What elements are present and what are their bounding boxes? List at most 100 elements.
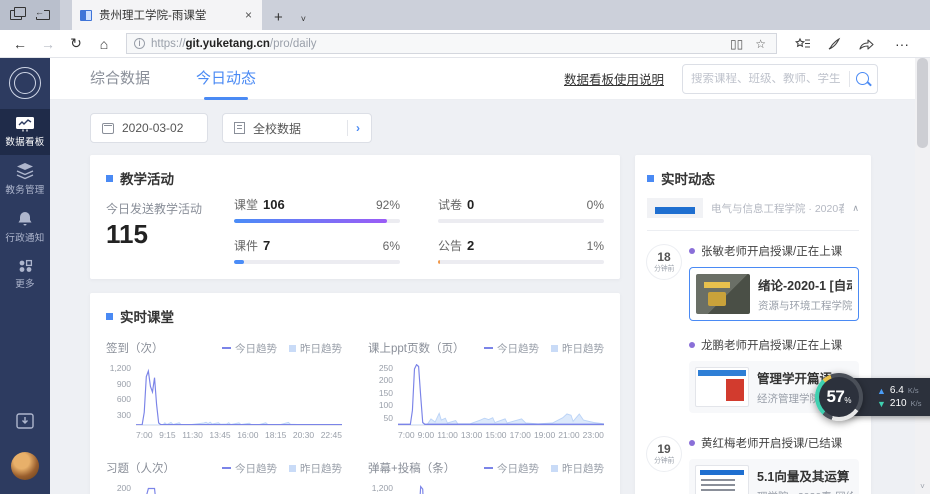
y-axis: 1,200900600300 [368, 484, 398, 494]
app-sidebar: 数据看板 教务管理 行政通知 更多 [0, 58, 50, 494]
tab-actions [0, 0, 60, 30]
line-plot [136, 364, 342, 426]
course-thumbnail [695, 367, 749, 407]
annotate-pen-icon[interactable] [827, 37, 842, 51]
tab-title: 贵州理工学院-雨课堂 [99, 7, 236, 23]
tab-favicon-icon [80, 10, 92, 21]
course-card[interactable]: 绪论-2020-1 [自动保存的] 资源与环境工程学院 · 2020春... [689, 267, 859, 321]
panel-bullet [647, 175, 654, 182]
date-picker[interactable]: 2020-03-02 [90, 113, 208, 143]
settings-more-icon[interactable]: ··· [890, 36, 914, 52]
activity-total-value: 115 [106, 219, 234, 250]
url-text[interactable]: https://git.yuketang.cn/pro/daily [151, 38, 721, 50]
layers-icon [15, 162, 35, 180]
time-badge: 19 分钟前 [647, 437, 681, 471]
course-subtitle: 理学院 · 2020春-网络191,网... [757, 489, 853, 494]
course-title: 5.1向量及其运算 [757, 466, 853, 485]
feed-clipped-item[interactable]: 电气与信息工程学院 · 2020春… ∧ [647, 198, 859, 218]
panel-title: 教学活动 [120, 168, 174, 188]
tab-close-icon[interactable]: × [243, 8, 254, 22]
back-button[interactable]: ← [8, 36, 32, 52]
tab-preview-icon[interactable] [10, 10, 22, 20]
building-icon [234, 122, 245, 134]
chart-title: 习题（人次） [106, 460, 175, 476]
realtime-classroom-panel: 实时课堂 签到（次） 今日趋势昨日趋势 1,200900600300 7:009… [90, 293, 620, 494]
download-unit: K/s [911, 399, 922, 408]
favorite-star-icon[interactable]: ☆ [752, 37, 769, 51]
download-tray-icon[interactable] [15, 411, 35, 436]
search-input[interactable] [691, 73, 843, 85]
forward-button[interactable]: → [36, 36, 60, 52]
address-bar[interactable]: i https://git.yuketang.cn/pro/daily ▯▯ ☆ [126, 33, 777, 54]
panel-bullet [106, 175, 113, 182]
stat-exam: 试卷00% [438, 196, 604, 223]
y-axis: 1,200900600300 [106, 364, 136, 426]
search-icon[interactable] [856, 72, 869, 85]
event-dot [689, 248, 695, 254]
dashboard-chart-icon [15, 116, 35, 132]
refresh-button[interactable]: ↻ [64, 35, 88, 52]
tabs-aside-icon[interactable] [36, 10, 50, 20]
sidebar-item-academic[interactable]: 教务管理 [0, 155, 50, 203]
grid-dots-icon [17, 258, 33, 274]
event-dot [689, 342, 695, 348]
date-value: 2020-03-02 [122, 121, 183, 135]
panel-title: 实时课堂 [120, 306, 174, 326]
page-scrollbar[interactable]: ˅ [915, 58, 930, 494]
page-header: 综合数据 今日动态 数据看板使用说明 [50, 58, 930, 100]
network-speed-overlay[interactable]: ▲6.4K/s ▼210K/s 57 % [815, 373, 930, 421]
tab-today[interactable]: 今日动态 [196, 58, 256, 100]
scroll-up-icon[interactable]: ∧ [852, 203, 859, 214]
calendar-icon [102, 123, 114, 134]
tab-list-chevron-icon[interactable]: ˅ [295, 14, 312, 30]
sidebar-item-notice[interactable]: 行政通知 [0, 203, 50, 251]
toolbar-right-icons: ··· [787, 36, 922, 52]
sidebar-item-more[interactable]: 更多 [0, 251, 50, 297]
chart-ppt-pages: 课上ppt页数（页） 今日趋势昨日趋势 25020015010050 7:009… [368, 340, 604, 440]
page-content: 综合数据 今日动态 数据看板使用说明 2020-03-02 全校数据 › [50, 58, 930, 494]
course-thumbnail [696, 274, 750, 314]
activity-total-label: 今日发送教学活动 [106, 200, 234, 217]
course-subtitle: 资源与环境工程学院 · 2020春... [758, 298, 852, 313]
clipped-text: 电气与信息工程学院 · 2020春… [711, 201, 844, 216]
feed-event: 张敏老师开启授课/正在上课 [689, 243, 859, 259]
hub-favorites-icon[interactable] [795, 37, 811, 51]
feed-event: 龙鹏老师开启授课/正在上课 [689, 337, 859, 353]
feed-divider [647, 230, 859, 231]
filter-row: 2020-03-02 全校数据 › [50, 100, 930, 143]
progress-fill [234, 260, 244, 264]
home-button[interactable]: ⌂ [92, 36, 116, 52]
panel-title: 实时动态 [661, 168, 715, 188]
new-tab-button[interactable]: + [262, 9, 295, 30]
scrollbar-thumb[interactable] [917, 58, 928, 148]
scrollbar-down-icon[interactable]: ˅ [915, 482, 930, 491]
sidebar-item-label: 更多 [15, 276, 35, 290]
progress-ring[interactable]: 57 % [815, 373, 863, 421]
course-card[interactable]: 5.1向量及其运算 理学院 · 2020春-网络191,网... [689, 459, 859, 494]
progress-track [234, 219, 400, 223]
progress-track [234, 260, 400, 264]
x-axis: 7:009:1511:3013:4516:0018:1520:3022:45 [136, 430, 342, 440]
sidebar-item-dashboard[interactable]: 数据看板 [0, 109, 50, 155]
search-box[interactable] [682, 64, 878, 94]
site-info-icon[interactable]: i [134, 38, 145, 49]
feed-item: 18 分钟前 张敏老师开启授课/正在上课 绪论-2020-1 [自动保存的] 资… [647, 243, 859, 321]
chevron-right-icon[interactable]: › [356, 121, 360, 135]
line-plot [398, 364, 604, 426]
progress-percent: 57 [826, 387, 844, 407]
reading-view-icon[interactable]: ▯▯ [727, 37, 746, 51]
chart-danmaku: 弹幕+投稿（条） 今日趋势昨日趋势 1,200900600300 [368, 460, 604, 494]
chart-title: 课上ppt页数（页） [368, 340, 465, 356]
chart-title: 弹幕+投稿（条） [368, 460, 455, 476]
search-divider [849, 71, 850, 87]
user-avatar[interactable] [11, 452, 39, 480]
dashboard-help-link[interactable]: 数据看板使用说明 [564, 69, 664, 88]
share-icon[interactable] [858, 37, 874, 51]
tab-overview[interactable]: 综合数据 [90, 58, 150, 100]
browser-tab[interactable]: 贵州理工学院-雨课堂 × [72, 0, 262, 30]
panel-bullet [106, 313, 113, 320]
scope-selector[interactable]: 全校数据 › [222, 113, 372, 143]
feed-item: 19 分钟前 黄红梅老师开启授课/已结课 5.1向量及其运算 理学院 · 202… [647, 435, 859, 494]
sidebar-item-label: 数据看板 [5, 134, 44, 148]
stat-courseware: 课件76% [234, 237, 400, 264]
